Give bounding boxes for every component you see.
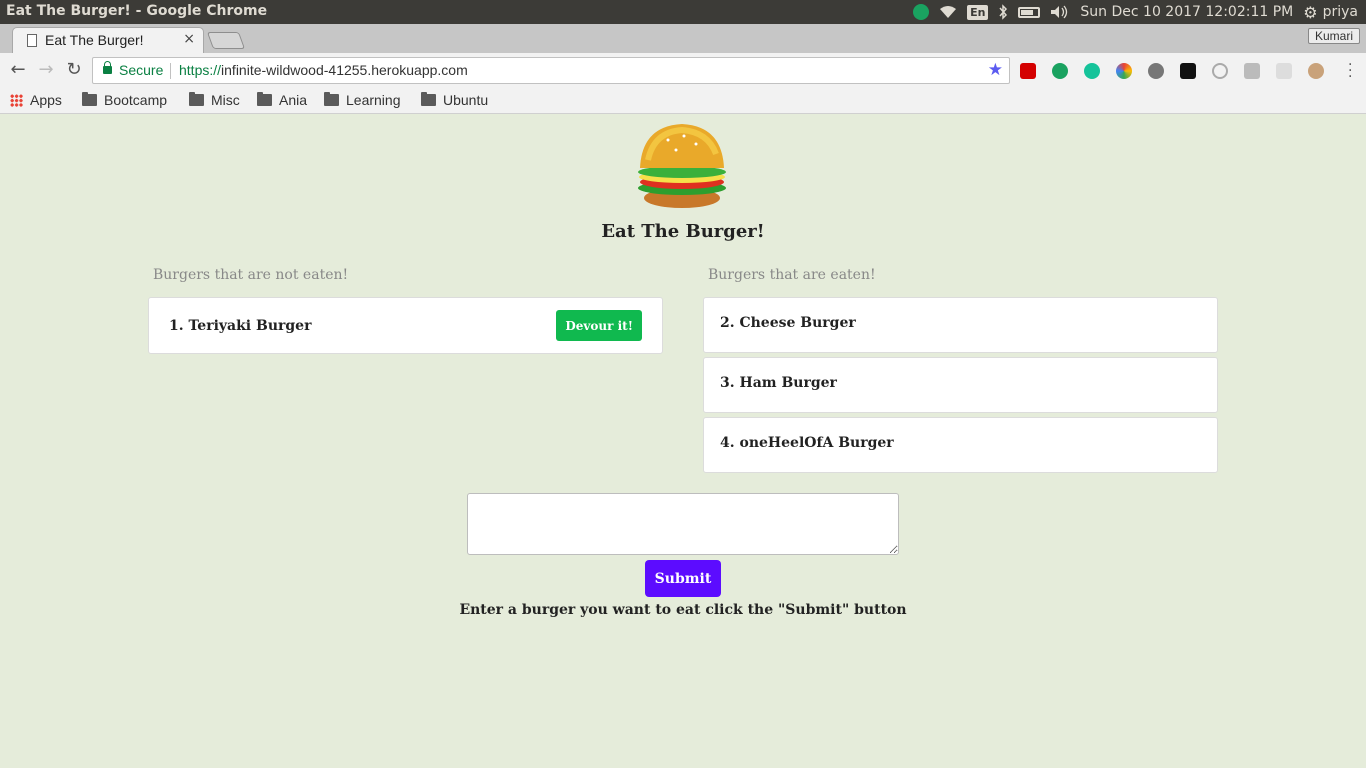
folder-icon bbox=[421, 92, 436, 106]
address-bar[interactable]: Secure https://infinite-wildwood-41255.h… bbox=[92, 57, 1010, 84]
url-text[interactable]: https://infinite-wildwood-41255.herokuap… bbox=[179, 62, 468, 78]
tab-title: Eat The Burger! bbox=[45, 32, 144, 48]
info-extension-icon[interactable] bbox=[1212, 63, 1228, 79]
page-content: Eat The Burger! Burgers that are not eat… bbox=[0, 114, 1366, 768]
page-icon bbox=[27, 34, 37, 47]
bookmark-bootcamp[interactable]: Bootcamp bbox=[82, 92, 167, 108]
burger-name: 2. Cheese Burger bbox=[720, 315, 856, 331]
bookmark-label: Apps bbox=[30, 92, 62, 108]
burger-name: 4. oneHeelOfA Burger bbox=[720, 435, 894, 451]
devour-button[interactable]: Devour it! bbox=[556, 310, 642, 341]
tab-strip: Eat The Burger! × Kumari bbox=[0, 24, 1366, 53]
profile-button[interactable]: Kumari bbox=[1307, 28, 1360, 44]
divider bbox=[170, 63, 171, 79]
bookmark-star-icon[interactable]: ★ bbox=[988, 60, 1003, 80]
bookmark-ubuntu[interactable]: Ubuntu bbox=[421, 92, 488, 108]
tab-eat-the-burger[interactable]: Eat The Burger! × bbox=[12, 27, 204, 53]
page-title: Eat The Burger! bbox=[601, 221, 765, 242]
not-eaten-heading: Burgers that are not eaten! bbox=[153, 267, 349, 283]
folder-icon bbox=[189, 92, 204, 106]
gear-icon: ⚙ bbox=[1303, 2, 1318, 22]
window-title: Eat The Burger! - Google Chrome bbox=[6, 3, 268, 19]
folder-icon bbox=[324, 92, 339, 106]
session-menu[interactable]: ⚙ priya bbox=[1303, 3, 1358, 22]
not-eaten-burger-item: 1. Teriyaki Burger Devour it! bbox=[148, 297, 663, 354]
lastpass-extension-icon[interactable] bbox=[1020, 63, 1036, 79]
new-tab-button[interactable] bbox=[206, 32, 246, 49]
browser-toolbar: ← → ↻ Secure https://infinite-wildwood-4… bbox=[0, 53, 1366, 89]
bookmark-label: Misc bbox=[211, 92, 240, 108]
bookmark-label: Learning bbox=[346, 92, 401, 108]
bluetooth-icon[interactable] bbox=[998, 4, 1008, 20]
url-scheme: https:// bbox=[179, 62, 222, 78]
volume-icon[interactable] bbox=[1050, 5, 1070, 19]
burger-name: 1. Teriyaki Burger bbox=[169, 318, 312, 334]
url-host: infinite-wildwood-41255.herokuapp.com bbox=[221, 62, 468, 78]
reload-icon[interactable]: ↻ bbox=[64, 60, 84, 80]
chat-extension-icon[interactable] bbox=[1244, 63, 1260, 79]
grammarly-extension-icon[interactable] bbox=[1084, 63, 1100, 79]
keyboard-language-indicator[interactable]: En bbox=[967, 4, 989, 20]
close-tab-icon[interactable]: × bbox=[183, 31, 195, 47]
os-indicators: En Sun Dec 10 2017 12:02:11 PM ⚙ priya bbox=[913, 0, 1358, 24]
clock[interactable]: Sun Dec 10 2017 12:02:11 PM bbox=[1080, 4, 1293, 20]
os-top-panel: Eat The Burger! - Google Chrome En Sun D… bbox=[0, 0, 1366, 24]
more-menu-icon[interactable]: · · · bbox=[1348, 58, 1352, 84]
color-picker-extension-icon[interactable] bbox=[1116, 63, 1132, 79]
burger-logo-icon bbox=[638, 124, 726, 208]
user-name: priya bbox=[1322, 4, 1358, 20]
eaten-burger-item: 4. oneHeelOfA Burger bbox=[703, 417, 1218, 473]
hangouts-extension-icon[interactable] bbox=[1052, 63, 1068, 79]
battery-icon[interactable] bbox=[1018, 6, 1041, 18]
submit-button[interactable]: Submit bbox=[645, 560, 721, 597]
instructions-text: Enter a burger you want to eat click the… bbox=[459, 602, 907, 618]
burger-name-input[interactable] bbox=[467, 493, 899, 555]
folder-icon bbox=[257, 92, 272, 106]
bookmark-apps[interactable]: Apps bbox=[10, 92, 62, 108]
bookmark-label: Bootcamp bbox=[104, 92, 168, 108]
bookmark-label: Ania bbox=[279, 92, 308, 108]
grid-extension-icon[interactable] bbox=[1276, 63, 1292, 79]
secure-label: Secure bbox=[119, 62, 164, 78]
amazon-extension-icon[interactable] bbox=[1180, 63, 1196, 79]
eaten-heading: Burgers that are eaten! bbox=[708, 267, 876, 283]
eaten-burger-item: 2. Cheese Burger bbox=[703, 297, 1218, 353]
bookmark-learning[interactable]: Learning bbox=[324, 92, 401, 108]
bug-extension-icon[interactable] bbox=[1148, 63, 1164, 79]
forward-arrow-icon[interactable]: → bbox=[36, 60, 56, 80]
burger-name: 3. Ham Burger bbox=[720, 375, 837, 391]
wifi-icon[interactable] bbox=[939, 5, 957, 19]
folder-icon bbox=[82, 92, 97, 106]
eaten-burger-item: 3. Ham Burger bbox=[703, 357, 1218, 413]
bookmark-label: Ubuntu bbox=[443, 92, 489, 108]
lock-icon bbox=[103, 61, 112, 74]
bookmarks-bar: Apps Bootcamp Misc Ania Learning Ubuntu bbox=[0, 89, 1366, 114]
avatar-extension-icon[interactable] bbox=[1308, 63, 1324, 79]
apps-grid-icon bbox=[10, 93, 23, 107]
back-arrow-icon[interactable]: ← bbox=[8, 60, 28, 80]
bookmark-ania[interactable]: Ania bbox=[257, 92, 307, 108]
hangouts-indicator-icon[interactable] bbox=[913, 4, 930, 20]
bookmark-misc[interactable]: Misc bbox=[189, 92, 240, 108]
